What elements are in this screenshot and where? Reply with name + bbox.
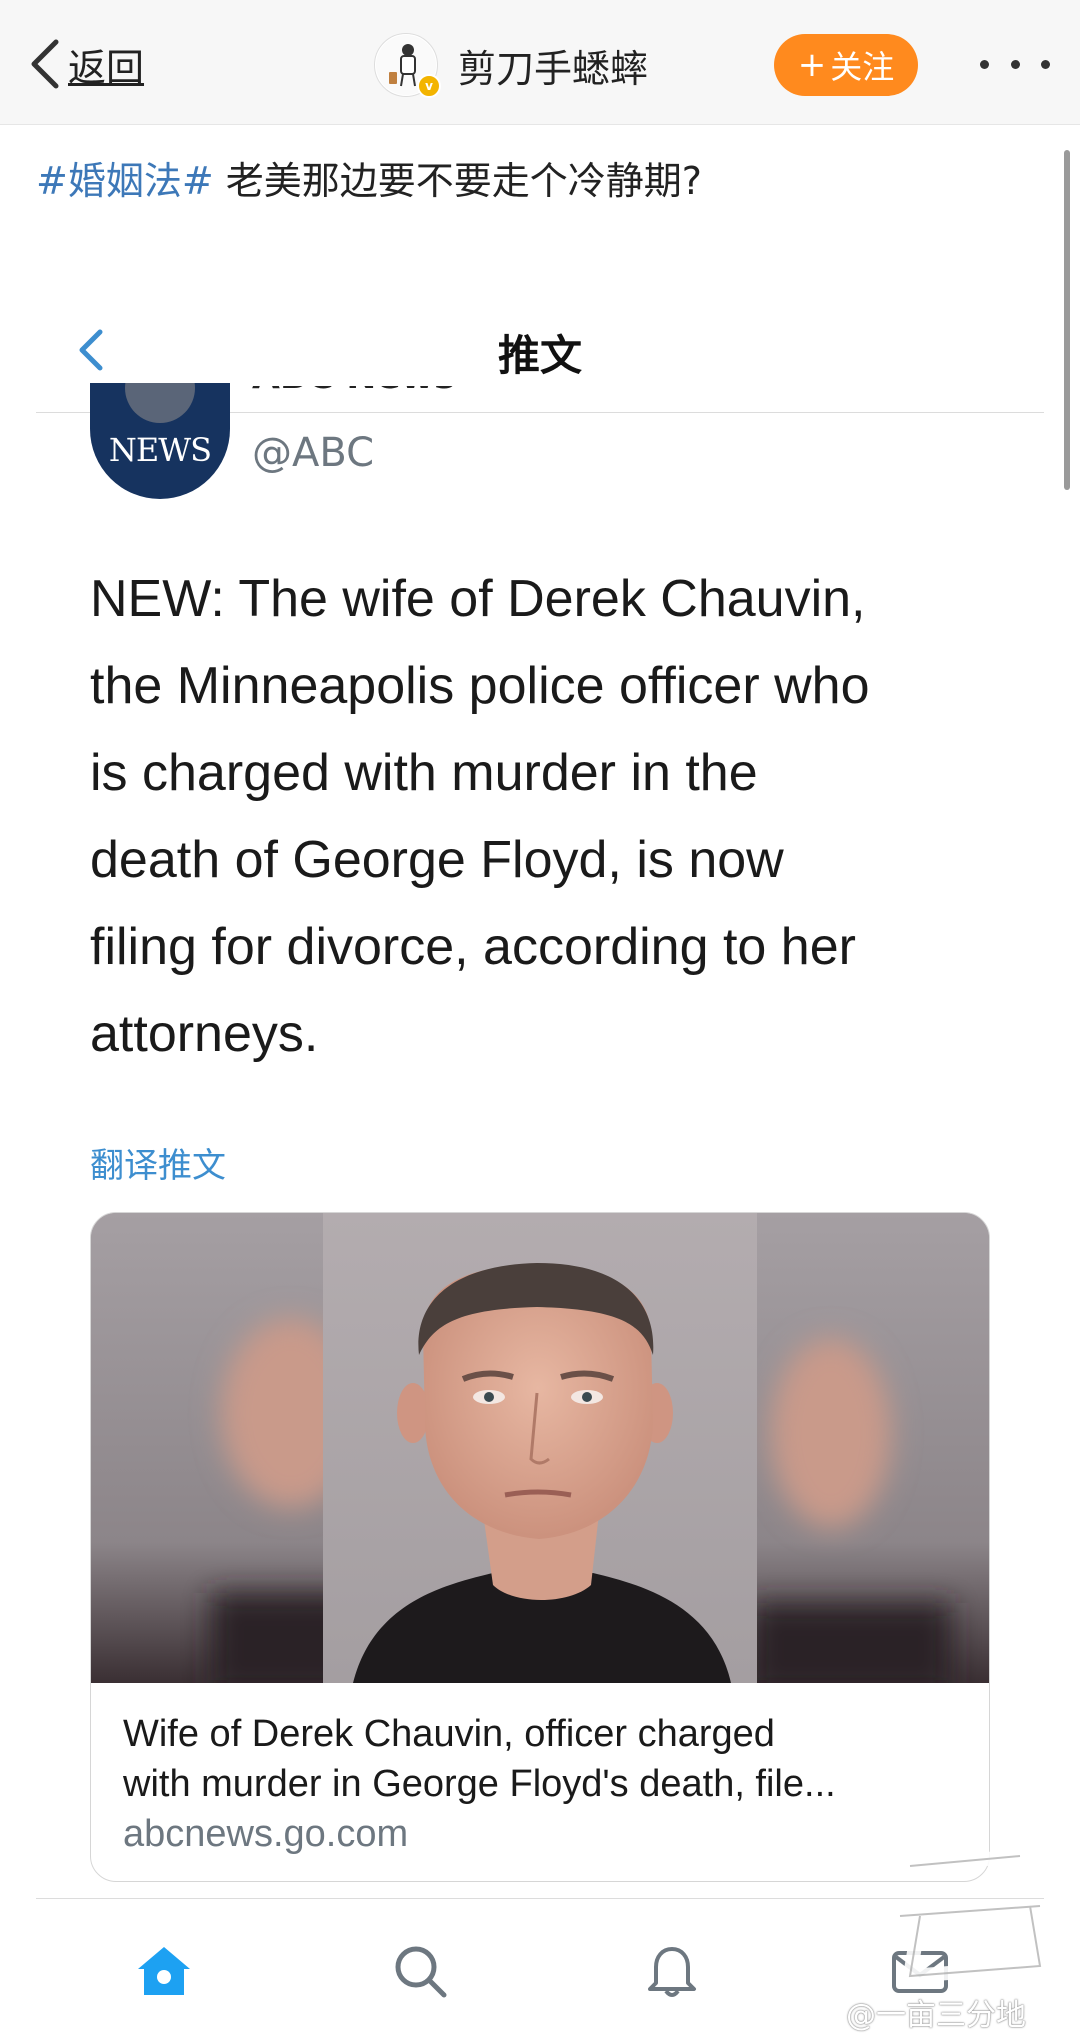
- account-handle: @ABC: [252, 430, 375, 476]
- card-text: Wife of Derek Chauvin, officer charged w…: [123, 1709, 973, 1859]
- link-preview-card[interactable]: Wife of Derek Chauvin, officer charged w…: [90, 1212, 990, 1882]
- more-options-button[interactable]: [980, 44, 1050, 84]
- logo-word: NEWS: [108, 431, 212, 469]
- follow-button[interactable]: + 关注: [774, 34, 918, 96]
- dot: [1010, 59, 1020, 69]
- scrollbar[interactable]: [1064, 150, 1070, 490]
- watermark-text: @一亩三分地: [846, 1998, 1026, 2033]
- dot: [1041, 59, 1050, 69]
- tweet-text: NEW: The wife of Derek Chauvin, the Minn…: [90, 556, 1010, 1078]
- tweet-line: death of George Floyd, is now: [90, 831, 784, 889]
- back-label: 返回: [68, 45, 145, 90]
- tweet-screen-title: 推文: [497, 331, 582, 380]
- author-header[interactable]: v 剪刀手蟋蟀: [374, 30, 648, 100]
- card-domain: abcnews.go.com: [123, 1813, 409, 1855]
- mugshot-image: [91, 1213, 989, 1683]
- home-icon[interactable]: [132, 1939, 196, 2003]
- search-icon[interactable]: [388, 1939, 452, 2003]
- avatar[interactable]: v: [374, 33, 441, 98]
- post-body: 老美那边要不要走个冷静期?: [213, 159, 702, 203]
- tweet-line: NEW: The wife of Derek Chauvin,: [90, 570, 866, 628]
- translate-tweet-link[interactable]: 翻译推文: [90, 1138, 226, 1187]
- topic-link[interactable]: #婚姻法#: [36, 159, 214, 203]
- card-headline-line: Wife of Derek Chauvin, officer charged: [123, 1713, 775, 1755]
- verified-badge-icon: v: [417, 74, 441, 98]
- account-name-clipped: ABC News: [252, 386, 512, 400]
- watermark-logo-icon: [893, 1829, 1049, 1984]
- top-nav-bar: 返回 v 剪刀手蟋蟀 + 关注: [0, 0, 1080, 125]
- follow-label: 关注: [830, 48, 895, 86]
- notifications-icon[interactable]: [640, 1939, 704, 2003]
- tweet-line: filing for divorce, according to her: [90, 918, 856, 976]
- account-name: ABC News: [252, 386, 512, 397]
- back-button[interactable]: 返回: [28, 34, 144, 94]
- card-headline-line: with murder in George Floyd's death, fil…: [123, 1763, 836, 1805]
- logo-globe: [125, 383, 195, 423]
- tweet-line: attorneys.: [90, 1005, 319, 1063]
- post-text: #婚姻法# 老美那边要不要走个冷静期?: [36, 150, 702, 205]
- mugshot-illustration: [91, 1213, 989, 1683]
- abc-news-logo: NEWS: [90, 383, 230, 499]
- chevron-left-icon: [31, 39, 59, 89]
- tweet-line: the Minneapolis police officer who: [90, 657, 870, 715]
- dot: [980, 59, 989, 69]
- tweet-line: is charged with murder in the: [90, 744, 758, 802]
- author-name[interactable]: 剪刀手蟋蟀: [458, 38, 648, 93]
- plus-icon: +: [797, 45, 827, 85]
